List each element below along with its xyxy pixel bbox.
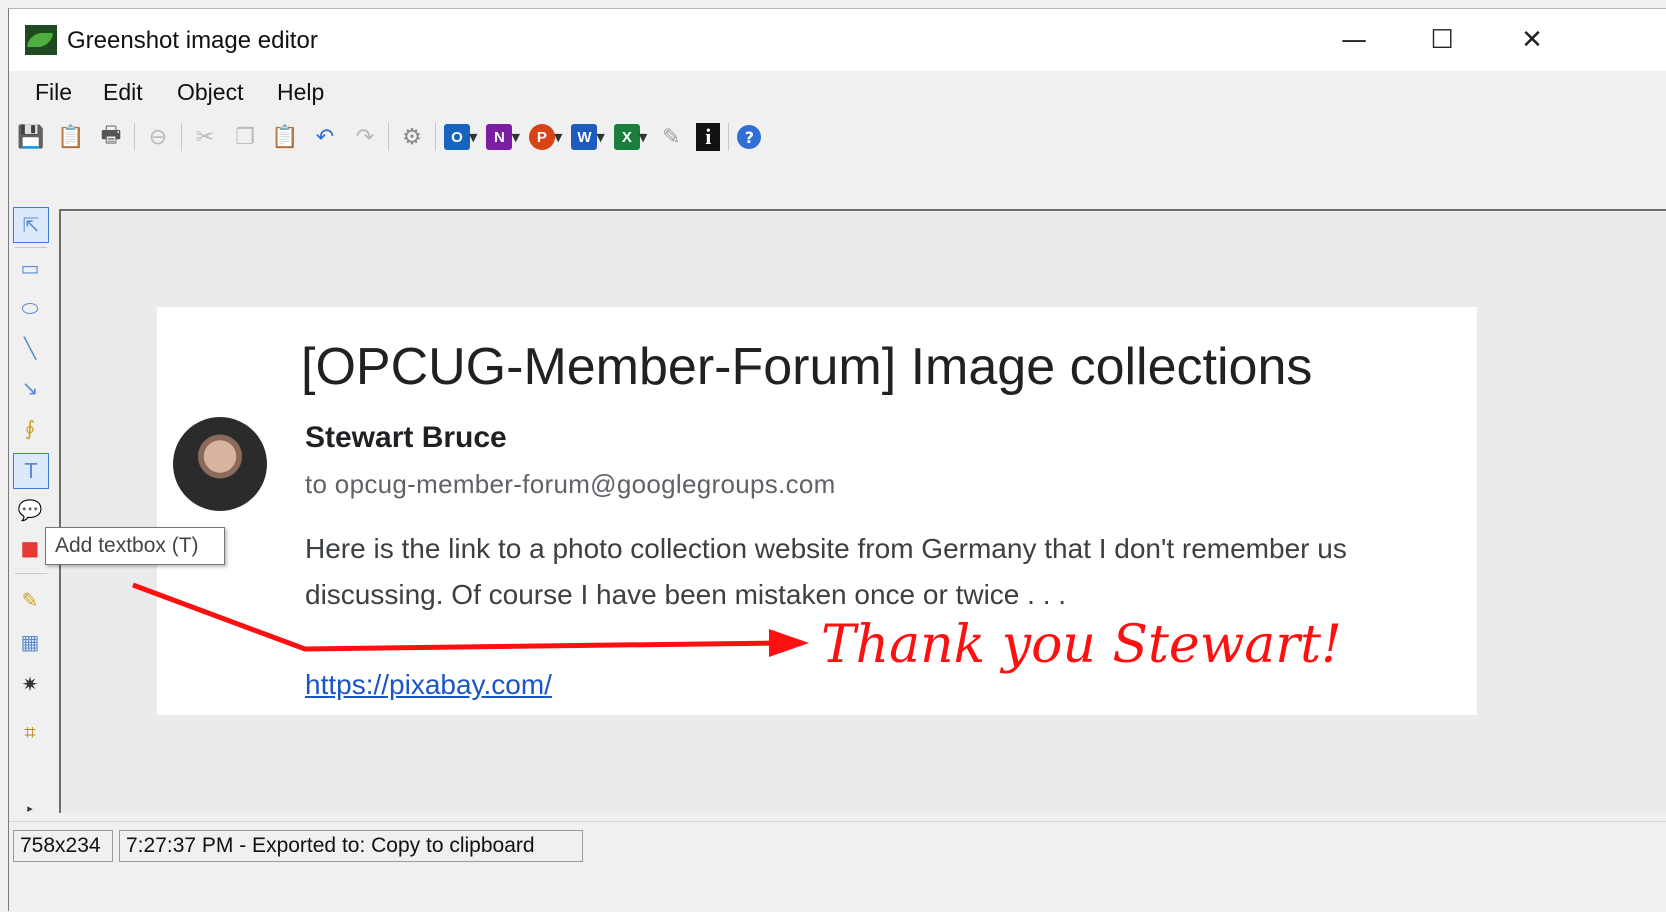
line-icon[interactable]: ╲ — [13, 331, 47, 365]
chevron-down-icon[interactable]: ▼ — [511, 131, 519, 144]
obfuscate-icon[interactable]: ▦ — [13, 625, 47, 659]
cut-icon[interactable]: ✂ — [190, 122, 220, 152]
select-icon[interactable]: ⇱ — [13, 207, 49, 243]
image-dimensions: 758x234 — [13, 830, 113, 862]
image-canvas[interactable]: [OPCUG-Member-Forum] Image collections S… — [59, 209, 1666, 813]
highlight-icon[interactable]: ✎ — [13, 583, 47, 617]
undo-icon[interactable]: ↶ — [310, 122, 340, 152]
help-icon[interactable]: ? — [737, 125, 762, 149]
powerpoint-icon[interactable]: P — [528, 124, 555, 150]
effects-icon[interactable]: ✷ — [13, 667, 47, 701]
save-icon[interactable]: 💾 — [16, 122, 46, 152]
email-body-line: Here is the link to a photo collection w… — [305, 533, 1347, 564]
word-icon[interactable]: W — [571, 124, 598, 150]
textbox-icon[interactable]: T — [13, 453, 49, 489]
editor-window: Greenshot image editor — ☐ ✕ File Edit O… — [8, 8, 1666, 912]
toolbar-separator — [181, 123, 182, 151]
chevron-down-icon[interactable]: ▼ — [554, 131, 562, 144]
pen-icon[interactable]: ✎ — [656, 122, 686, 152]
paste-icon[interactable]: 📋 — [270, 122, 300, 152]
email-link: https://pixabay.com/ — [305, 669, 552, 700]
expand-toolbar-icon[interactable]: ▸ — [13, 791, 47, 825]
tool-separator — [15, 573, 47, 574]
copy-object-icon[interactable]: ❐ — [230, 122, 260, 152]
email-sender: Stewart Bruce — [305, 421, 507, 454]
crop-icon[interactable]: ⌗ — [13, 715, 47, 749]
title-bar: Greenshot image editor — ☐ ✕ — [9, 9, 1666, 71]
menu-file[interactable]: File — [35, 79, 72, 106]
speechbubble-icon[interactable]: 💬 — [13, 493, 47, 527]
toolbar-separator — [728, 123, 730, 151]
chevron-down-icon[interactable]: ▼ — [469, 131, 477, 144]
minimize-button[interactable]: — — [1326, 17, 1382, 63]
drawing-tools-panel: ⇱ ▭ ⬭ ╲ ↘ ∮ T 💬 ■ ✎ ▦ ✷ ⌗ ▸ — [9, 205, 55, 817]
menu-help[interactable]: Help — [277, 79, 324, 106]
rectangle-icon[interactable]: ▭ — [13, 251, 47, 285]
copy-icon[interactable]: 📋 — [56, 122, 86, 152]
menu-object[interactable]: Object — [177, 79, 243, 106]
info-icon[interactable]: i — [696, 123, 721, 151]
menu-edit[interactable]: Edit — [103, 79, 143, 106]
chevron-down-icon[interactable]: ▼ — [596, 131, 604, 144]
menu-bar: File Edit Object Help — [9, 73, 1666, 113]
freehand-icon[interactable]: ∮ — [13, 411, 47, 445]
ellipse-icon[interactable]: ⬭ — [13, 291, 47, 325]
status-bar: 758x234 7:27:37 PM - Exported to: Copy t… — [9, 821, 1666, 912]
greenshot-logo-icon — [25, 25, 57, 55]
outlook-icon[interactable]: O — [444, 124, 470, 150]
email-subject: [OPCUG-Member-Forum] Image collections — [301, 338, 1313, 396]
excel-icon[interactable]: X — [613, 124, 640, 150]
stepcounter-icon[interactable]: ■ — [13, 531, 47, 565]
window-title: Greenshot image editor — [67, 27, 318, 54]
settings-icon[interactable]: ⚙ — [397, 122, 427, 152]
status-message: 7:27:37 PM - Exported to: Copy to clipbo… — [119, 830, 583, 862]
tooltip: Add textbox (T) — [45, 527, 225, 565]
toolbar-separator — [388, 123, 389, 151]
arrow-icon[interactable]: ↘ — [13, 371, 47, 405]
tool-separator — [15, 247, 47, 248]
chevron-down-icon[interactable]: ▼ — [639, 131, 647, 144]
toolbar-separator — [435, 123, 436, 151]
maximize-button[interactable]: ☐ — [1414, 17, 1470, 63]
print-icon[interactable]: 🖶 — [96, 122, 126, 152]
avatar — [173, 417, 267, 511]
email-recipient: to opcug-member-forum@googlegroups.com — [305, 469, 836, 499]
toolbar-separator — [134, 123, 135, 151]
close-button[interactable]: ✕ — [1504, 17, 1560, 63]
toolbar: 💾 📋 🖶 ⊖ ✂ ❐ 📋 ↶ ↷ ⚙ O ▼ N ▼ P ▼ W ▼ X ▼ ✎ i ? — [11, 117, 1666, 157]
delete-icon[interactable]: ⊖ — [143, 122, 173, 152]
email-body-line: discussing. Of course I have been mistak… — [305, 579, 1067, 610]
redo-icon[interactable]: ↷ — [350, 122, 380, 152]
annotation-text[interactable]: Thank you Stewart! — [821, 615, 1342, 675]
onenote-icon[interactable]: N — [486, 124, 513, 150]
